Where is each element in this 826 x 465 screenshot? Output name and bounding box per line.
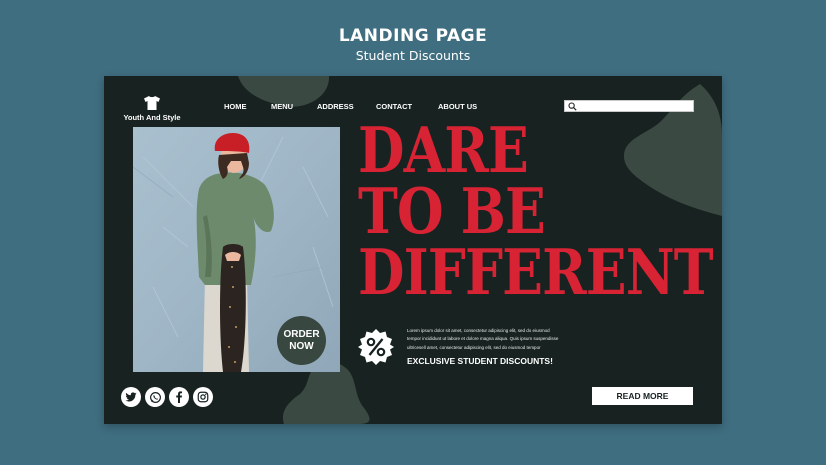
nav-item-address[interactable]: ADDRESS (317, 102, 354, 111)
page-subtitle: Student Discounts (355, 48, 471, 63)
search-bar (564, 100, 694, 112)
order-now-line-2: NOW (289, 340, 314, 352)
description-line: ultricesell amet, consectetur adipiscing… (407, 344, 541, 350)
landing-page-card: Youth And Style HOME MENU ADDRESS CONTAC… (104, 76, 722, 424)
nav-item-home[interactable]: HOME (224, 102, 247, 111)
brand-logo[interactable]: Youth And Style (118, 96, 186, 122)
search-icon[interactable] (568, 102, 577, 111)
twitter-icon[interactable] (121, 387, 141, 407)
page-title: LANDING PAGE (338, 26, 488, 46)
read-more-button[interactable]: READ MORE (592, 387, 693, 405)
logo-text: Youth And Style (123, 113, 181, 122)
discount-text: EXCLUSIVE STUDENT DISCOUNTS! (407, 356, 553, 366)
order-now-line-1: ORDER (283, 329, 320, 340)
hero-description: Lorem ipsum dolor sit amet, consectetur … (407, 327, 559, 352)
hero-headline: DARE TO BE DIFFERENT (358, 113, 714, 309)
order-now-button[interactable]: ORDER NOW (277, 316, 326, 365)
search-input[interactable] (579, 101, 689, 111)
nav-item-menu[interactable]: MENU (271, 102, 293, 111)
facebook-icon[interactable] (169, 387, 189, 407)
whatsapp-icon[interactable] (145, 387, 165, 407)
headline-line-1: DARE (358, 113, 529, 187)
nav-item-contact[interactable]: CONTACT (376, 102, 412, 111)
description-line: Lorem ipsum dolor sit amet, consectetur … (407, 328, 550, 333)
headline-line-2: TO BE (358, 174, 546, 248)
instagram-icon[interactable] (193, 387, 213, 407)
tshirt-icon (144, 96, 160, 110)
nav-item-about-us[interactable]: ABOUT US (438, 102, 477, 111)
headline-line-3: DIFFERENT (358, 235, 714, 309)
percent-badge-icon (358, 329, 394, 365)
description-line: tempor incididunt ut labore et dolore ma… (407, 336, 559, 342)
